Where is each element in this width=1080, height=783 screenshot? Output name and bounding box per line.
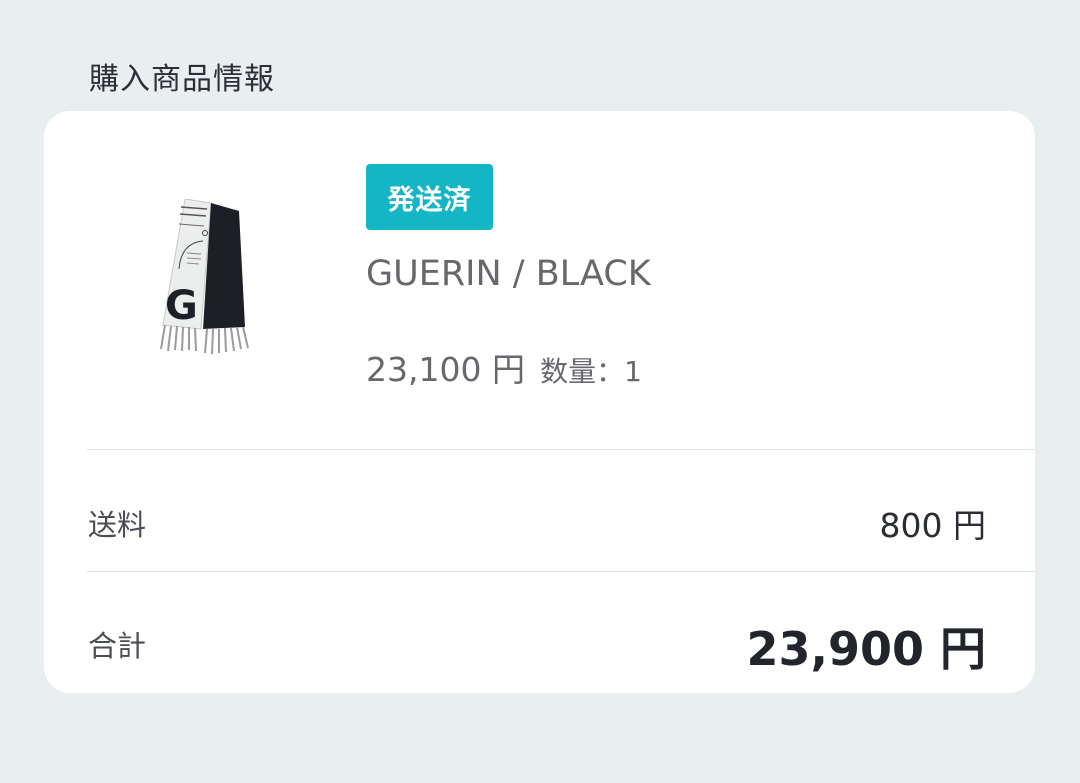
total-value: 23,900 円	[746, 622, 986, 676]
product-price: 23,100 円	[366, 350, 525, 389]
shipping-value: 800 円	[879, 506, 986, 545]
divider	[86, 449, 1035, 450]
product-name: GUERIN / BLACK	[366, 254, 651, 294]
section-title: 購入商品情報	[89, 62, 275, 97]
product-quantity: 数量：1	[540, 355, 642, 388]
divider	[86, 571, 1035, 572]
shipping-label: 送料	[88, 508, 147, 542]
status-badge: 発送済	[366, 164, 493, 230]
purchase-card: G 発送済 GUERIN / BLACK 23,100 円 数量：1 送料 80…	[44, 111, 1035, 693]
product-item[interactable]: G 発送済 GUERIN / BLACK 23,100 円 数量：1	[44, 111, 1035, 449]
price-line: 23,100 円 数量：1	[366, 343, 642, 391]
scarf-product-image: G	[160, 199, 249, 355]
total-label: 合計	[88, 629, 147, 663]
svg-text:G: G	[165, 283, 198, 329]
